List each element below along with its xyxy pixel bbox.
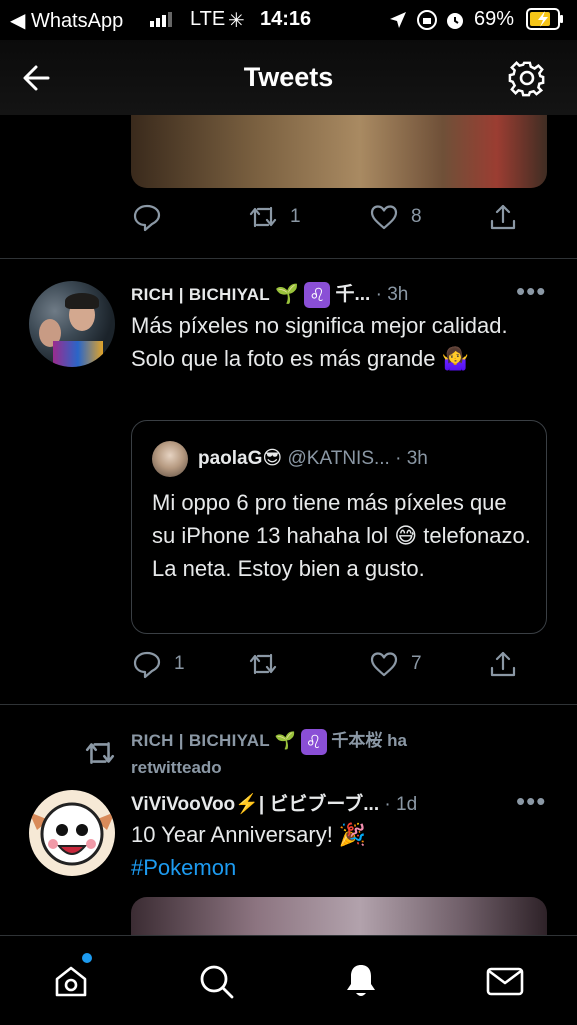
- location-icon: [390, 12, 406, 28]
- clock: 14:16: [260, 8, 312, 30]
- author-name-suffix: 千...: [335, 284, 371, 305]
- retweet-count: 1: [290, 206, 301, 227]
- mail-icon[interactable]: [485, 961, 525, 1001]
- quote-author-handle: @KATNIS...: [287, 448, 390, 469]
- like-count: 7: [411, 653, 422, 674]
- alarm-icon: [447, 13, 463, 29]
- quoted-tweet[interactable]: paolaG😎 @KATNIS... · 3h Mi oppo 6 pro ti…: [131, 420, 547, 634]
- share-button[interactable]: [488, 649, 518, 679]
- sprout-icon: 🌱: [275, 284, 299, 305]
- tweet-header: ViViVooVoo⚡️| ビビブーブ... · 1d: [131, 789, 417, 816]
- battery-charging-icon: [526, 8, 563, 30]
- more-options-button[interactable]: •••: [516, 276, 546, 307]
- tweet-header: RICH | BICHIYAL 🌱 ♌ 千... · 3h: [131, 279, 408, 308]
- quote-header: paolaG😎 @KATNIS... · 3h: [198, 447, 428, 470]
- tweet-media-image[interactable]: [131, 897, 547, 937]
- search-icon[interactable]: [196, 961, 236, 1001]
- like-count: 8: [411, 206, 422, 227]
- heart-icon: [370, 205, 398, 230]
- home-icon[interactable]: [51, 961, 91, 1001]
- leo-icon: ♌: [300, 728, 327, 755]
- tweet-text-line: 10 Year Anniversary! 🎉: [131, 822, 367, 847]
- quote-avatar: [152, 441, 188, 477]
- carrier-label: LTE: [190, 8, 226, 30]
- heart-icon: [370, 652, 398, 677]
- reply-icon: [133, 651, 161, 679]
- status-bar: ◀ WhatsApp LTE ✳ 14:16 69%: [0, 0, 577, 40]
- tweet-time: · 1d: [384, 794, 418, 815]
- nav-header: Tweets: [0, 40, 577, 115]
- reply-button[interactable]: 1: [132, 649, 185, 679]
- notification-dot: [82, 953, 92, 963]
- signal-icon: [150, 12, 172, 27]
- retweet-icon: [85, 742, 115, 764]
- sprout-icon: 🌱: [274, 731, 296, 750]
- quote-time: · 3h: [395, 448, 428, 469]
- retweet-icon: [249, 653, 277, 675]
- avatar[interactable]: [29, 790, 115, 876]
- reply-count: 1: [174, 653, 185, 674]
- reply-icon: [133, 204, 161, 232]
- divider: [0, 704, 577, 705]
- retweeted-by-label: RICH | BICHIYAL 🌱 ♌ 千本桜 ha retwitteado: [131, 728, 491, 780]
- avatar[interactable]: [29, 281, 115, 367]
- bell-icon[interactable]: [341, 961, 381, 1001]
- reply-button[interactable]: [132, 202, 162, 232]
- quote-author-name: paolaG😎: [198, 448, 283, 469]
- activity-icon: ✳: [228, 10, 245, 32]
- divider: [0, 258, 577, 259]
- retweeter-name[interactable]: RICH | BICHIYAL: [131, 731, 270, 750]
- more-options-button[interactable]: •••: [516, 786, 546, 817]
- tweet-media-image[interactable]: [131, 115, 547, 188]
- page-title: Tweets: [243, 62, 334, 92]
- battery-percentage: 69%: [474, 8, 515, 30]
- share-icon: [490, 651, 516, 677]
- orientation-lock-icon: [417, 10, 437, 30]
- share-button[interactable]: [488, 202, 518, 232]
- tweet-text: Más píxeles no significa mejor calidad. …: [131, 313, 508, 371]
- back-to-app-link[interactable]: ◀ WhatsApp: [10, 8, 123, 33]
- tweet-text: 10 Year Anniversary! 🎉 #Pokemon: [131, 818, 531, 884]
- leo-icon: ♌: [304, 281, 331, 308]
- gear-icon[interactable]: [505, 56, 549, 100]
- tab-bar: [0, 935, 577, 1025]
- share-icon: [490, 204, 516, 230]
- avatar-illustration: [29, 802, 115, 866]
- retweet-icon: [249, 206, 277, 228]
- quote-text: Mi oppo 6 pro tiene más píxeles que su i…: [152, 490, 531, 581]
- like-button[interactable]: 7: [369, 649, 422, 679]
- author-name[interactable]: RICH | BICHIYAL: [131, 285, 270, 304]
- hashtag-link[interactable]: #Pokemon: [131, 851, 531, 884]
- retweet-button[interactable]: 1: [248, 202, 301, 232]
- tweet-time: · 3h: [375, 284, 409, 305]
- like-button[interactable]: 8: [369, 202, 422, 232]
- retweet-button[interactable]: [248, 649, 278, 679]
- author-name[interactable]: ViViVooVoo⚡️| ビビブーブ...: [131, 794, 379, 815]
